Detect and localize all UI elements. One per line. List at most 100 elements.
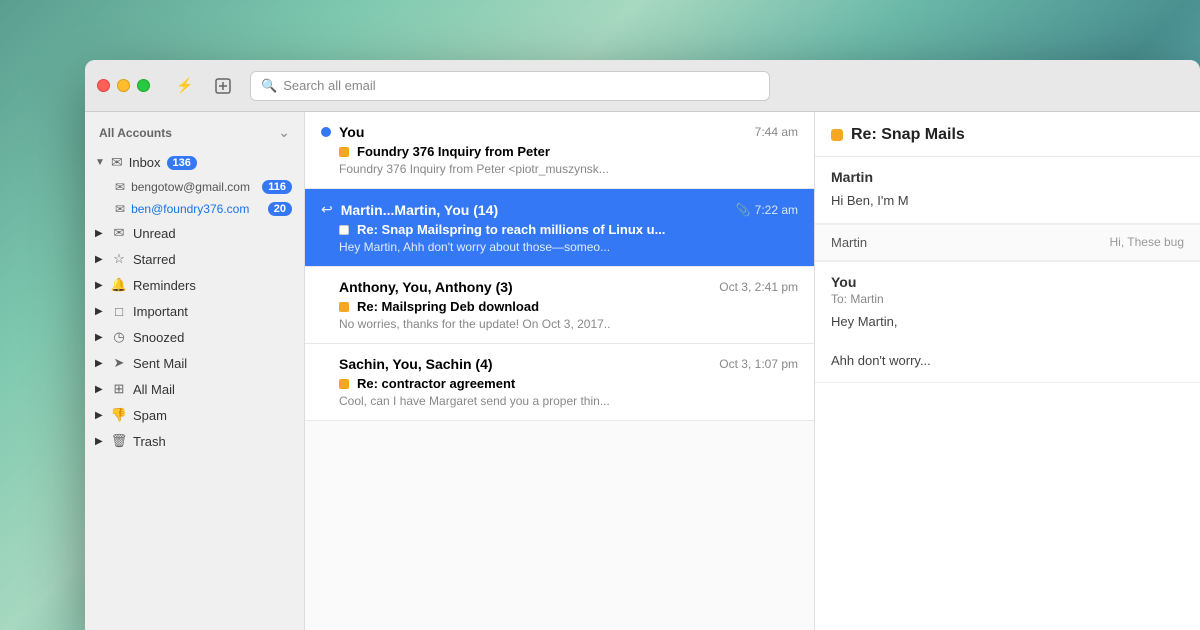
- close-button[interactable]: [97, 79, 110, 92]
- spam-label: Spam: [133, 408, 292, 423]
- compose-icon[interactable]: [208, 72, 238, 100]
- unread-label: Unread: [133, 226, 292, 241]
- reading-pane-header: Re: Snap Mails: [815, 112, 1200, 157]
- email-subject-3: Re: Mailspring Deb download: [357, 299, 539, 314]
- activity-icon[interactable]: ⚡: [170, 72, 200, 100]
- sidebar-item-unread[interactable]: ▶ ✉ Unread: [85, 220, 304, 246]
- toggle-icon: ▶: [95, 384, 105, 395]
- email-subject-4: Re: contractor agreement: [357, 376, 515, 391]
- email-item-4[interactable]: Sachin, You, Sachin (4) Oct 3, 1:07 pm R…: [305, 344, 814, 421]
- email-preview-2: Hey Martin, Ahh don't worry about those—…: [321, 240, 798, 254]
- sidebar-item-reminders[interactable]: ▶ 🔔 Reminders: [85, 272, 304, 298]
- important-label: Important: [133, 304, 292, 319]
- sidebar-item-trash[interactable]: ▶ 🗑 Trash: [85, 428, 304, 454]
- email-sender-1: You: [339, 124, 364, 140]
- sidebar-item-starred[interactable]: ▶ ☆ Starred: [85, 246, 304, 272]
- sidebar-item-foundry[interactable]: ✉ ben@foundry376.com 20: [85, 198, 304, 220]
- gmail-label: bengotow@gmail.com: [131, 180, 256, 194]
- sidebar-item-sent[interactable]: ▶ ➤ Sent Mail: [85, 350, 304, 376]
- tag-dot-3: [339, 302, 349, 312]
- sender-row-3: Anthony, You, Anthony (3): [321, 279, 513, 295]
- tag-dot-1: [339, 147, 349, 157]
- mail-icon: ✉: [115, 202, 125, 216]
- trash-icon: 🗑: [111, 433, 127, 449]
- app-window: ⚡ 🔍 Search all email All Accounts ⌄: [85, 60, 1200, 630]
- sidebar-item-spam[interactable]: ▶ 👎 Spam: [85, 402, 304, 428]
- email-item-2[interactable]: ↩ Martin...Martin, You (14) 📎 7:22 am Re…: [305, 189, 814, 267]
- body-line-2: Ahh don't worry...: [831, 351, 1184, 371]
- toggle-icon: ▶: [95, 306, 105, 317]
- search-bar[interactable]: 🔍 Search all email: [250, 71, 770, 101]
- message-body-1: Hi Ben, I'm M: [831, 191, 1184, 211]
- sent-icon: ➤: [111, 355, 127, 371]
- subject-row-2: Re: Snap Mailspring to reach millions of…: [321, 222, 798, 237]
- email-preview-1: Foundry 376 Inquiry from Peter <piotr_mu…: [321, 162, 798, 176]
- email-sender-2: Martin...Martin, You (14): [341, 202, 498, 218]
- minimize-button[interactable]: [117, 79, 130, 92]
- email-header-4: Sachin, You, Sachin (4) Oct 3, 1:07 pm: [321, 356, 798, 372]
- chevron-down-icon[interactable]: ⌄: [278, 124, 290, 141]
- collapsed-row-2: Martin Hi, These bug: [831, 235, 1184, 250]
- sidebar-item-important[interactable]: ▶ □ Important: [85, 298, 304, 324]
- titlebar-icons: ⚡: [170, 72, 238, 100]
- message-header-1: Martin: [831, 169, 1184, 185]
- sidebar-header: All Accounts ⌄: [85, 112, 304, 149]
- toggle-icon: ▶: [95, 358, 105, 369]
- email-time-1: 7:44 am: [755, 125, 798, 139]
- inbox-badge: 136: [167, 156, 197, 170]
- email-subject-2: Re: Snap Mailspring to reach millions of…: [357, 222, 665, 237]
- important-icon: □: [111, 303, 127, 319]
- mail-icon: ✉: [115, 180, 125, 194]
- email-header-2: ↩ Martin...Martin, You (14) 📎 7:22 am: [321, 201, 798, 218]
- toggle-icon: ▶: [95, 332, 105, 343]
- message-item-2[interactable]: Martin Hi, These bug: [815, 225, 1200, 261]
- no-dot-3: [321, 282, 331, 292]
- sidebar-item-snoozed[interactable]: ▶ ◷ Snoozed: [85, 324, 304, 350]
- email-sender-4: Sachin, You, Sachin (4): [339, 356, 493, 372]
- search-icon: 🔍: [261, 78, 277, 94]
- allmail-icon: ⊞: [111, 381, 127, 397]
- sidebar-item-allmail[interactable]: ▶ ⊞ All Mail: [85, 376, 304, 402]
- email-item-3[interactable]: Anthony, You, Anthony (3) Oct 3, 2:41 pm…: [305, 267, 814, 344]
- subject-row-3: Re: Mailspring Deb download: [321, 299, 798, 314]
- traffic-lights: [97, 79, 150, 92]
- message-item-1[interactable]: Martin Hi Ben, I'm M: [815, 157, 1200, 224]
- maximize-button[interactable]: [137, 79, 150, 92]
- email-preview-3: No worries, thanks for the update! On Oc…: [321, 317, 798, 331]
- sidebar: All Accounts ⌄ ▼ ✉ Inbox 136 ✉ bengotow@…: [85, 112, 305, 630]
- message-item-3[interactable]: You To: Martin Hey Martin, Ahh don't wor…: [815, 262, 1200, 384]
- message-sender-1: Martin: [831, 169, 873, 185]
- sidebar-item-inbox[interactable]: ▼ ✉ Inbox 136: [85, 149, 304, 176]
- reading-pane: Re: Snap Mails Martin Hi Ben, I'm M: [815, 112, 1200, 630]
- reading-subject: Re: Snap Mails: [851, 126, 965, 144]
- message-thread: Martin Hi Ben, I'm M Martin Hi, These bu…: [815, 157, 1200, 630]
- search-placeholder: Search all email: [283, 78, 376, 93]
- email-time-3: Oct 3, 2:41 pm: [719, 280, 798, 294]
- sent-label: Sent Mail: [133, 356, 292, 371]
- bell-icon: 🔔: [111, 277, 127, 293]
- reading-tag-dot: [831, 129, 843, 141]
- message-sender-3: You: [831, 274, 856, 290]
- collapsed-preview-2: Hi, These bug: [1110, 235, 1185, 249]
- inbox-label: Inbox: [129, 155, 161, 170]
- gmail-badge: 116: [262, 180, 292, 194]
- titlebar: ⚡ 🔍 Search all email: [85, 60, 1200, 112]
- star-icon: ☆: [111, 251, 127, 267]
- email-time-2: 7:22 am: [755, 203, 798, 217]
- sender-row-4: Sachin, You, Sachin (4): [321, 356, 493, 372]
- desktop-background: ⚡ 🔍 Search all email All Accounts ⌄: [0, 0, 1200, 630]
- main-content: All Accounts ⌄ ▼ ✉ Inbox 136 ✉ bengotow@…: [85, 112, 1200, 630]
- no-dot-4: [321, 359, 331, 369]
- email-header-3: Anthony, You, Anthony (3) Oct 3, 2:41 pm: [321, 279, 798, 295]
- email-time-4: Oct 3, 1:07 pm: [719, 357, 798, 371]
- email-item-1[interactable]: You 7:44 am Foundry 376 Inquiry from Pet…: [305, 112, 814, 189]
- tag-dot-4: [339, 379, 349, 389]
- inbox-icon: ✉: [111, 154, 123, 171]
- paperclip-icon: 📎: [736, 203, 751, 217]
- sidebar-item-gmail[interactable]: ✉ bengotow@gmail.com 116: [85, 176, 304, 198]
- tag-dot-2: [339, 225, 349, 235]
- starred-label: Starred: [133, 252, 292, 267]
- toggle-icon: ▶: [95, 436, 105, 447]
- toggle-icon: ▶: [95, 410, 105, 421]
- reply-icon: ↩: [321, 201, 333, 218]
